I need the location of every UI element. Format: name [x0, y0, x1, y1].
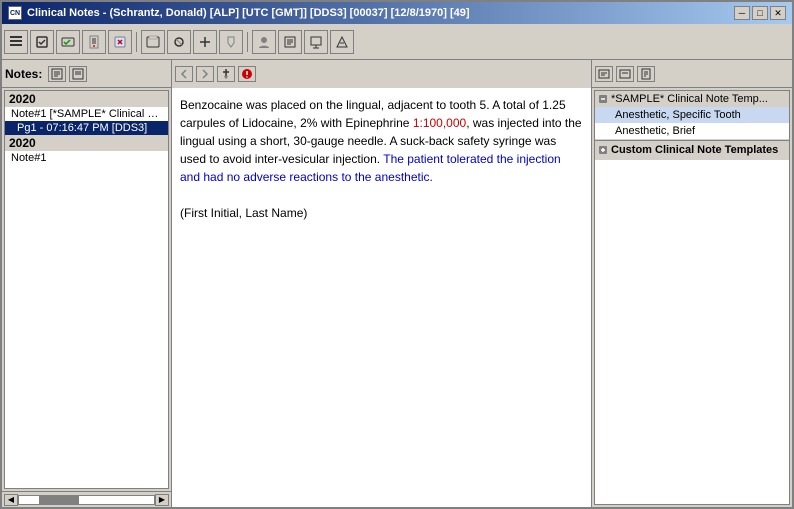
- left-scrollbar[interactable]: ◀ ▶: [2, 491, 171, 507]
- toolbar-btn-10[interactable]: [252, 30, 276, 54]
- tree-section-2: Custom Clinical Note Templates: [595, 140, 789, 160]
- notes-label: Notes:: [5, 67, 42, 81]
- scroll-thumb[interactable]: [39, 496, 79, 504]
- toolbar-btn-8[interactable]: [193, 30, 217, 54]
- right-panel: *SAMPLE* Clinical Note Temp... Anestheti…: [592, 60, 792, 507]
- toolbar-btn-9[interactable]: [219, 30, 243, 54]
- list-year-2: 2020: [5, 135, 168, 151]
- right-btn-3[interactable]: [637, 66, 655, 82]
- app-icon: CN: [8, 6, 22, 20]
- tree-header-1[interactable]: *SAMPLE* Clinical Note Temp...: [595, 91, 789, 107]
- red-text-1: 1:100,000: [413, 116, 466, 130]
- title-bar-left: CN Clinical Notes - (Schrantz, Donald) […: [8, 6, 470, 20]
- maximize-button[interactable]: □: [752, 6, 768, 20]
- tree-section-1-label: *SAMPLE* Clinical Note Temp...: [611, 93, 768, 105]
- toolbar-btn-3[interactable]: [56, 30, 80, 54]
- right-tree: *SAMPLE* Clinical Note Temp... Anestheti…: [594, 90, 790, 505]
- center-toolbar: [172, 60, 591, 88]
- blue-text-1: The patient tolerated the injection and …: [180, 152, 561, 184]
- right-btn-2[interactable]: [616, 66, 634, 82]
- tree-item-2-label: Anesthetic, Brief: [615, 125, 695, 137]
- tree-item-1[interactable]: Anesthetic, Specific Tooth: [595, 107, 789, 123]
- window-title: Clinical Notes - (Schrantz, Donald) [ALP…: [27, 7, 470, 19]
- list-note-1-sub[interactable]: Pg1 - 07:16:47 PM [DDS3]: [5, 121, 168, 135]
- separator-1: [136, 32, 137, 52]
- tree-section-2-label: Custom Clinical Note Templates: [611, 144, 778, 156]
- left-panel: Notes: 2020 Note#1 [*SAMPLE* Clinical No…: [2, 60, 172, 507]
- list-year-1: 2020: [5, 91, 168, 107]
- left-panel-toolbar: Notes:: [2, 60, 171, 88]
- tree-item-1-label: Anesthetic, Specific Tooth: [615, 109, 741, 121]
- notes-icon-1[interactable]: [48, 66, 66, 82]
- toolbar-btn-4[interactable]: [82, 30, 106, 54]
- minimize-button[interactable]: ─: [734, 6, 750, 20]
- collapse-icon-1: [598, 94, 608, 104]
- toolbar-btn-6[interactable]: [141, 30, 165, 54]
- main-window: CN Clinical Notes - (Schrantz, Donald) […: [0, 0, 794, 509]
- toolbar-btn-7[interactable]: [167, 30, 191, 54]
- toolbar-btn-12[interactable]: [304, 30, 328, 54]
- scroll-right-btn[interactable]: ▶: [155, 494, 169, 506]
- list-note-1[interactable]: Note#1 [*SAMPLE* Clinical Not: [5, 107, 168, 121]
- window-controls: ─ □ ✕: [734, 6, 786, 20]
- toolbar-btn-13[interactable]: [330, 30, 354, 54]
- notes-icon-2[interactable]: [69, 66, 87, 82]
- center-btn-pin[interactable]: [217, 66, 235, 82]
- center-panel: Benzocaine was placed on the lingual, ad…: [172, 60, 592, 507]
- separator-2: [247, 32, 248, 52]
- toolbar-btn-1[interactable]: [4, 30, 28, 54]
- tree-item-2[interactable]: Anesthetic, Brief: [595, 123, 789, 139]
- center-btn-alert[interactable]: [238, 66, 256, 82]
- main-toolbar: [2, 24, 792, 60]
- right-btn-1[interactable]: [595, 66, 613, 82]
- toolbar-btn-2[interactable]: [30, 30, 54, 54]
- list-note-2[interactable]: Note#1: [5, 151, 168, 165]
- main-content: Notes: 2020 Note#1 [*SAMPLE* Clinical No…: [2, 60, 792, 507]
- title-bar: CN Clinical Notes - (Schrantz, Donald) […: [2, 2, 792, 24]
- note-paragraph-1: Benzocaine was placed on the lingual, ad…: [180, 96, 583, 186]
- toolbar-btn-5[interactable]: [108, 30, 132, 54]
- center-btn-back[interactable]: [175, 66, 193, 82]
- right-panel-toolbar: [592, 60, 792, 88]
- close-button[interactable]: ✕: [770, 6, 786, 20]
- tree-section-1: *SAMPLE* Clinical Note Temp... Anestheti…: [595, 91, 789, 140]
- center-btn-forward[interactable]: [196, 66, 214, 82]
- scroll-left-btn[interactable]: ◀: [4, 494, 18, 506]
- tree-header-2[interactable]: Custom Clinical Note Templates: [595, 140, 789, 159]
- center-text-area: Benzocaine was placed on the lingual, ad…: [172, 88, 591, 507]
- notes-list: 2020 Note#1 [*SAMPLE* Clinical Not Pg1 -…: [4, 90, 169, 489]
- toolbar-btn-11[interactable]: [278, 30, 302, 54]
- scroll-track: [18, 495, 155, 505]
- note-paragraph-2: (First Initial, Last Name): [180, 204, 583, 222]
- collapse-icon-2: [598, 145, 608, 155]
